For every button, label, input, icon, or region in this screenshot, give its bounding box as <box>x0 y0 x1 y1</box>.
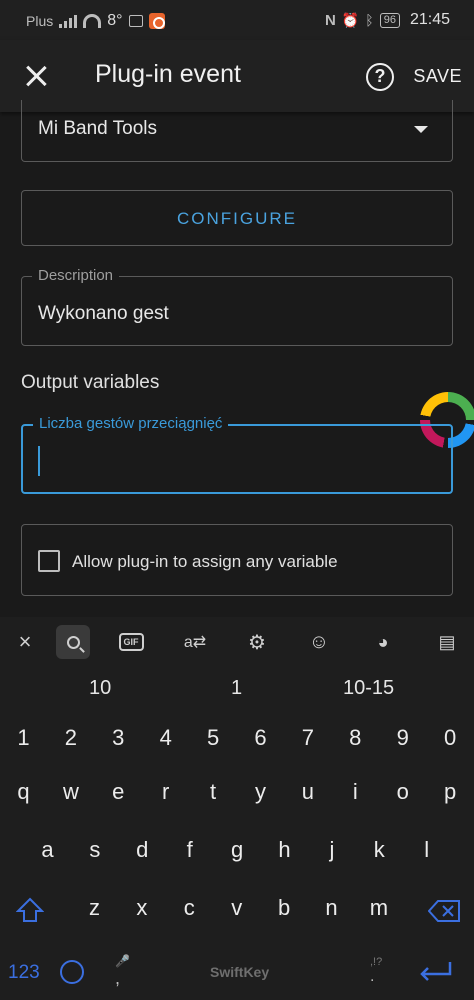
app-notification-icon <box>148 13 165 29</box>
allow-any-variable-label: Allow plug-in to assign any variable <box>72 552 338 571</box>
allow-any-variable-checkbox[interactable] <box>38 550 60 572</box>
letter-key-bottom-2[interactable]: c <box>166 885 213 931</box>
space-key[interactable]: SwiftKey <box>210 964 269 980</box>
key-row-numbers: 1234567890 <box>0 715 474 761</box>
letter-key-bottom-6[interactable]: m <box>355 885 402 931</box>
letter-key-middle-3[interactable]: f <box>166 827 213 873</box>
number-key-4[interactable]: 5 <box>190 715 237 761</box>
numeric-mode-key[interactable]: 123 <box>8 962 40 984</box>
help-icon[interactable]: ? <box>366 63 394 91</box>
number-key-6[interactable]: 7 <box>284 715 331 761</box>
letter-key-bottom-4[interactable]: b <box>261 885 308 931</box>
settings-icon[interactable]: ⚙ <box>242 627 272 657</box>
save-button[interactable]: SAVE <box>413 66 462 87</box>
close-icon[interactable] <box>24 64 48 88</box>
letter-key-middle-0[interactable]: a <box>24 827 71 873</box>
number-key-7[interactable]: 8 <box>332 715 379 761</box>
letter-key-middle-8[interactable]: l <box>403 827 450 873</box>
theme-palette-icon[interactable]: ◕ <box>368 627 398 657</box>
key-row-bottom: zxcvbnm <box>0 885 474 931</box>
text-cursor <box>38 446 40 476</box>
clock: 21:45 <box>409 11 450 28</box>
close-toolbar-icon[interactable]: × <box>10 627 40 657</box>
letter-key-top-3[interactable]: r <box>142 769 189 815</box>
carrier-label: Plus <box>26 13 54 29</box>
letter-key-top-4[interactable]: t <box>190 769 237 815</box>
plugin-dropdown[interactable]: Mi Band Tools <box>21 100 453 162</box>
number-key-8[interactable]: 9 <box>379 715 426 761</box>
key-row-middle: asdfghjkl <box>0 827 474 873</box>
number-key-9[interactable]: 0 <box>427 715 474 761</box>
letter-key-middle-1[interactable]: s <box>71 827 118 873</box>
output-variables-heading: Output variables <box>21 372 160 393</box>
letter-key-middle-6[interactable]: j <box>308 827 355 873</box>
letter-key-bottom-1[interactable]: x <box>118 885 165 931</box>
letter-key-top-1[interactable]: w <box>47 769 94 815</box>
letter-key-top-8[interactable]: o <box>379 769 426 815</box>
letter-key-top-5[interactable]: y <box>237 769 284 815</box>
keyboard-toolbar: × GIF a⇄ ⚙ ☺ ◕ ▤ <box>0 617 474 667</box>
keyboard: × GIF a⇄ ⚙ ☺ ◕ ▤ 10 1 10-15 1234567890 q… <box>0 617 474 1000</box>
gif-icon[interactable]: GIF <box>116 627 146 657</box>
suggestion-center[interactable]: 1 <box>231 677 242 700</box>
clipboard-icon[interactable]: ▤ <box>432 627 462 657</box>
letter-key-top-6[interactable]: u <box>284 769 331 815</box>
keyboard-bottom-row: 123 🎤, SwiftKey ,!?. <box>0 950 474 1000</box>
number-key-0[interactable]: 1 <box>0 715 47 761</box>
search-icon[interactable] <box>56 625 90 659</box>
keyboard-notification-icon <box>128 15 143 27</box>
variable-input[interactable]: Liczba gestów przeciągnięć <box>21 415 453 494</box>
letter-key-middle-7[interactable]: k <box>356 827 403 873</box>
chevron-down-icon <box>414 126 428 133</box>
letter-key-top-7[interactable]: i <box>332 769 379 815</box>
emoji-key-icon[interactable] <box>60 960 84 984</box>
description-value: Wykonano gest <box>38 303 169 324</box>
bluetooth-icon: ᛒ <box>365 12 374 28</box>
letter-key-bottom-5[interactable]: n <box>308 885 355 931</box>
status-bar: Plus 8° N ⏰ ᛒ 96 21:45 <box>0 0 474 40</box>
enter-key-icon[interactable] <box>418 960 454 984</box>
battery-icon: 96 <box>379 12 400 28</box>
allow-any-variable-option[interactable]: Allow plug-in to assign any variable <box>21 524 453 596</box>
signal-icon <box>59 14 78 28</box>
translate-icon[interactable]: a⇄ <box>180 627 210 657</box>
number-key-1[interactable]: 2 <box>47 715 94 761</box>
letter-key-bottom-0[interactable]: z <box>71 885 118 931</box>
configure-label: CONFIGURE <box>177 209 297 228</box>
wifi-icon <box>83 14 102 28</box>
nfc-icon: N <box>325 11 336 29</box>
temperature-label: 8° <box>107 12 123 29</box>
alarm-icon: ⏰ <box>341 11 360 28</box>
backspace-key-icon[interactable] <box>428 900 460 922</box>
number-key-5[interactable]: 6 <box>237 715 284 761</box>
page-title: Plug-in event <box>95 60 241 88</box>
letter-key-top-9[interactable]: p <box>427 769 474 815</box>
letter-key-bottom-3[interactable]: v <box>213 885 260 931</box>
configure-button[interactable]: CONFIGURE <box>21 190 453 246</box>
description-field[interactable]: Description Wykonano gest <box>21 267 453 346</box>
suggestion-right[interactable]: 10-15 <box>343 677 394 700</box>
letter-key-top-0[interactable]: q <box>0 769 47 815</box>
suggestion-left[interactable]: 10 <box>89 677 111 700</box>
description-label: Description <box>32 267 120 284</box>
letter-key-top-2[interactable]: e <box>95 769 142 815</box>
key-row-top: qwertyuiop <box>0 769 474 815</box>
shift-key-icon[interactable] <box>16 896 44 924</box>
comma-key[interactable]: 🎤, <box>115 954 130 989</box>
sticker-icon[interactable]: ☺ <box>304 627 334 657</box>
number-key-2[interactable]: 3 <box>95 715 142 761</box>
number-key-3[interactable]: 4 <box>142 715 189 761</box>
variable-label: Liczba gestów przeciągnięć <box>33 415 229 432</box>
letter-key-middle-4[interactable]: g <box>214 827 261 873</box>
letter-key-middle-2[interactable]: d <box>119 827 166 873</box>
plugin-dropdown-value: Mi Band Tools <box>38 118 157 139</box>
letter-key-middle-5[interactable]: h <box>261 827 308 873</box>
period-key[interactable]: ,!?. <box>370 956 382 986</box>
